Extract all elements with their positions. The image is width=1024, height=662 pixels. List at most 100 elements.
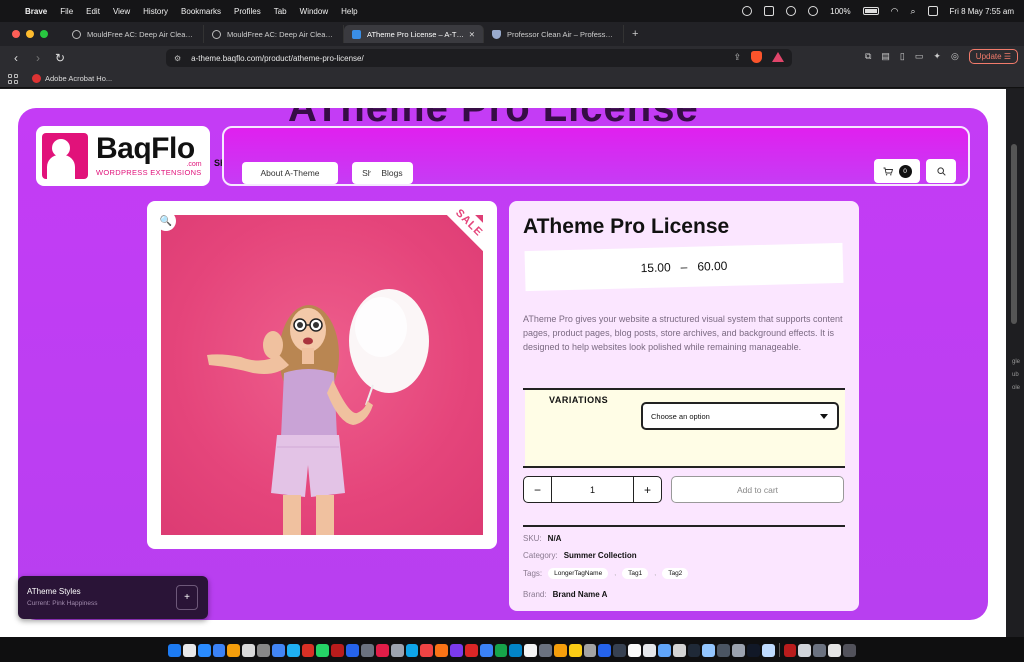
dock-app-icon[interactable] <box>479 643 493 657</box>
dock-app-icon[interactable] <box>464 643 478 657</box>
new-tab-button[interactable]: + <box>632 28 638 40</box>
dock-app-icon[interactable] <box>271 643 285 657</box>
dock-app-icon[interactable] <box>375 643 389 657</box>
focus-icon[interactable] <box>742 6 753 16</box>
browser-tab-4[interactable]: Professor Clean Air – Professor Cle <box>484 25 624 43</box>
address-bar[interactable]: ⚙ a-theme.baqflo.com/product/atheme-pro-… <box>166 49 792 67</box>
menu-app-name[interactable]: Brave <box>25 7 47 16</box>
close-tab-icon[interactable]: ✕ <box>469 30 475 39</box>
leo-ai-icon[interactable]: ✦ <box>933 51 941 62</box>
dock-app-icon[interactable] <box>197 643 211 657</box>
decrease-quantity-button[interactable]: − <box>524 483 551 497</box>
play-icon[interactable] <box>808 6 819 16</box>
dock-app-icon[interactable] <box>168 643 181 657</box>
brave-shields-icon[interactable] <box>751 51 762 63</box>
dock-app-icon[interactable] <box>828 643 841 657</box>
dock-app-icon[interactable] <box>331 643 345 657</box>
dock-app-icon[interactable] <box>568 643 582 657</box>
dock-app-icon[interactable] <box>553 643 567 657</box>
dock-app-icon[interactable] <box>360 643 374 657</box>
nav-blogs[interactable]: Blogs <box>371 162 413 184</box>
site-settings-icon[interactable]: ⚙ <box>174 54 181 63</box>
theme-styles-panel[interactable]: ATheme Styles Current: Pink Happiness + <box>18 576 208 619</box>
dock-app-icon[interactable] <box>798 643 812 657</box>
add-style-button[interactable]: + <box>176 585 198 610</box>
share-icon[interactable]: ⇪ <box>733 52 741 63</box>
increase-quantity-button[interactable]: + <box>634 483 661 497</box>
dock-app-icon[interactable] <box>761 643 775 657</box>
dock-app-icon[interactable] <box>813 643 827 657</box>
back-icon[interactable]: ‹ <box>10 51 22 65</box>
browser-tab-1[interactable]: MouldFree AC: Deep Air Cleaning <box>64 25 204 43</box>
category-link[interactable]: Summer Collection <box>564 551 637 560</box>
menu-edit[interactable]: Edit <box>86 7 100 16</box>
dock-app-icon[interactable] <box>435 643 449 657</box>
menu-history[interactable]: History <box>143 7 168 16</box>
dock-app-icon[interactable] <box>524 643 538 657</box>
dock-app-icon[interactable] <box>598 643 612 657</box>
dock-app-icon[interactable] <box>182 643 196 657</box>
variation-select[interactable]: Choose an option <box>641 402 839 430</box>
brand-link[interactable]: Brand Name A <box>553 590 608 599</box>
dock-app-icon[interactable] <box>643 643 656 657</box>
search-button[interactable] <box>926 159 956 183</box>
dock-app-icon[interactable] <box>687 643 701 657</box>
vpn-icon[interactable]: ◎ <box>951 51 959 62</box>
add-to-cart-button[interactable]: Add to cart <box>671 476 844 503</box>
dock-app-icon[interactable] <box>227 643 241 657</box>
product-image[interactable] <box>161 215 483 535</box>
brave-rewards-icon[interactable] <box>772 52 784 62</box>
creative-cloud-icon[interactable] <box>786 6 797 16</box>
dock-app-icon[interactable] <box>346 643 359 657</box>
minimize-window-button[interactable] <box>26 30 34 38</box>
menu-window[interactable]: Window <box>300 7 328 16</box>
quantity-input[interactable]: 1 <box>551 477 634 502</box>
tag-link[interactable]: LongerTagName <box>548 568 609 579</box>
browser-tab-active[interactable]: ATheme Pro License – A-Theme ✕ <box>344 25 484 43</box>
reload-icon[interactable]: ↻ <box>54 51 66 65</box>
dock-app-icon[interactable] <box>717 643 731 657</box>
dock-app-icon[interactable] <box>257 643 270 657</box>
dock-app-icon[interactable] <box>420 643 434 657</box>
wallet-icon[interactable]: ▭ <box>915 51 924 62</box>
site-logo[interactable]: BaqFlo .com WORDPRESS EXTENSIONS <box>36 126 210 186</box>
dock-app-icon[interactable] <box>672 643 686 657</box>
spotlight-icon[interactable]: ⌕ <box>910 6 915 17</box>
menu-view[interactable]: View <box>113 7 130 16</box>
dock-app-icon[interactable] <box>301 643 315 657</box>
cart-button[interactable]: 0 <box>874 159 920 183</box>
dock-app-icon[interactable] <box>405 643 419 657</box>
dock-app-icon[interactable] <box>783 643 797 657</box>
tag-link[interactable]: Tag1 <box>622 568 649 579</box>
battery-icon[interactable] <box>862 7 879 15</box>
dock-app-icon[interactable] <box>316 643 330 657</box>
dock-app-icon[interactable] <box>842 643 856 657</box>
dock-app-icon[interactable] <box>390 643 404 657</box>
menu-bookmarks[interactable]: Bookmarks <box>181 7 221 16</box>
dock-app-icon[interactable] <box>732 643 745 657</box>
dock-app-icon[interactable] <box>702 643 716 657</box>
extensions-icon[interactable]: ⧉ <box>865 51 871 62</box>
menu-help[interactable]: Help <box>341 7 357 16</box>
close-window-button[interactable] <box>12 30 20 38</box>
dock-app-icon[interactable] <box>746 643 760 657</box>
tag-link[interactable]: Tag2 <box>662 568 689 579</box>
menu-file[interactable]: File <box>60 7 73 16</box>
dock-app-icon[interactable] <box>657 643 671 657</box>
scrollbar-thumb[interactable] <box>1011 144 1017 324</box>
dock-app-icon[interactable] <box>583 643 597 657</box>
url-text[interactable]: a-theme.baqflo.com/product/atheme-pro-li… <box>191 54 364 63</box>
dock-app-icon[interactable] <box>494 643 508 657</box>
browser-tab-2[interactable]: MouldFree AC: Deep Air Cleaning <box>204 25 344 43</box>
menu-tab[interactable]: Tab <box>274 7 287 16</box>
update-button[interactable]: Update ☰ <box>968 49 1018 64</box>
menu-profiles[interactable]: Profiles <box>234 7 261 16</box>
nav-about-a-theme[interactable]: About A-Theme <box>242 162 338 184</box>
apps-grid-icon[interactable] <box>8 73 18 84</box>
zoom-icon[interactable]: 🔍 <box>156 211 176 231</box>
sidebar-icon[interactable]: ▯ <box>900 51 905 62</box>
status-app-icon[interactable] <box>764 6 775 16</box>
clock[interactable]: Fri 8 May 7:55 am <box>950 7 1014 16</box>
reader-icon[interactable]: ▤ <box>881 51 890 62</box>
dock-app-icon[interactable] <box>212 643 226 657</box>
